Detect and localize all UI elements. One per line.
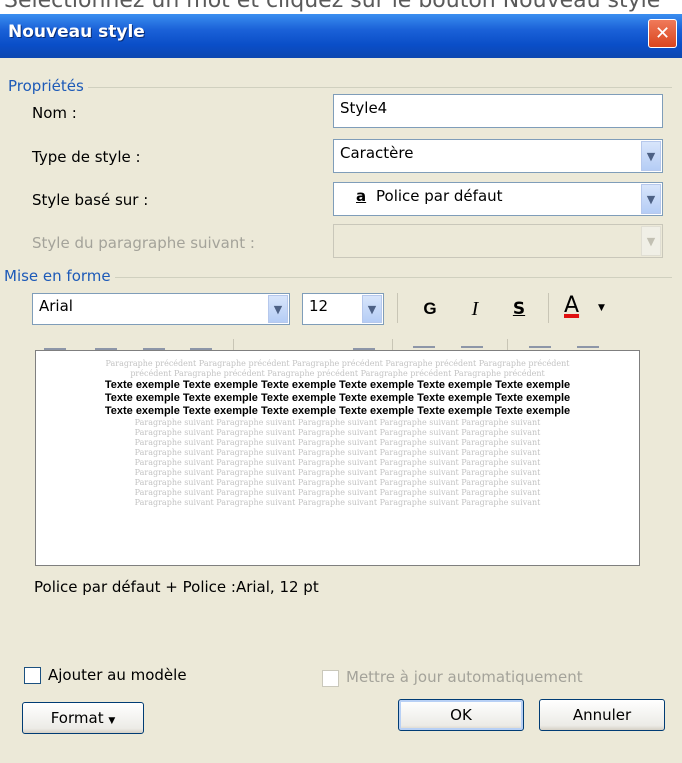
style-base-label: Style basé sur : [32,191,148,209]
style-suivant-label-text: Style du paragraphe suivant : [32,234,255,252]
font-color-icon: A [564,293,580,318]
preview-following-paragraph: Paragraphe suivant Paragraphe suivant Pa… [36,418,639,508]
close-icon: ✕ [654,23,671,44]
nom-label: Nom : [32,104,77,122]
preview-line: Paragraphe précédent Paragraphe précéden… [105,359,570,368]
preview-line: précédent Paragraphe précédent Paragraph… [130,369,545,378]
maj-auto-label: Mettre à jour automatiquement [346,668,583,686]
font-size-select[interactable]: 12 ▼ [302,293,384,325]
toolbar-separator [397,293,398,323]
chevron-down-icon[interactable]: ▼ [268,295,288,323]
type-style-label: Type de style : [32,148,141,166]
type-style-select[interactable]: Caractère ▼ [333,139,663,173]
format-button-label: Format [50,709,104,727]
style-base-label-text: Style basé sur : [32,191,149,209]
character-style-icon: a [356,187,367,205]
caption-text: Sélectionnez un mot et cliquez sur le bo… [4,0,661,13]
window-title: Nouveau style [8,22,145,42]
preview-line: Paragraphe suivant Paragraphe suivant Pa… [134,428,541,437]
bold-button[interactable]: G [418,299,442,319]
page-caption: Sélectionnez un mot et cliquez sur le bo… [0,0,682,14]
underline-button[interactable]: S [507,299,531,319]
font-select[interactable]: Arial ▼ [32,293,290,325]
ajouter-modele-label: Ajouter au modèle [48,666,187,684]
style-preview: Paragraphe précédent Paragraphe précéden… [35,350,640,566]
group-label-mise-en-forme: Mise en forme [4,267,115,285]
style-suivant-select: ▼ [333,224,663,258]
style-suivant-label: Style du paragraphe suivant : [32,234,255,252]
chevron-down-icon[interactable]: ▼ [362,295,382,323]
annuler-button[interactable]: Annuler [539,699,665,731]
preview-line: Texte exemple Texte exemple Texte exempl… [104,379,571,391]
nom-label-text: Nom : [32,104,77,122]
format-button[interactable]: Format ▼ [22,702,144,734]
type-style-value: Caractère [340,144,414,162]
preview-previous-paragraph: Paragraphe précédent Paragraphe précéden… [36,359,639,379]
preview-line: Paragraphe suivant Paragraphe suivant Pa… [134,478,541,487]
style-base-select[interactable]: a Police par défaut ▼ [333,182,663,216]
ajouter-modele-checkbox[interactable] [24,667,41,684]
font-color-button[interactable]: A ▼ [560,293,612,325]
preview-line: Paragraphe suivant Paragraphe suivant Pa… [134,448,541,457]
preview-line: Texte exemple Texte exemple Texte exempl… [104,405,571,417]
close-button[interactable]: ✕ [648,19,677,48]
style-description: Police par défaut + Police :Arial, 12 pt [34,578,319,596]
nom-input-value: Style4 [340,99,388,117]
chevron-down-icon: ▼ [598,303,605,313]
chevron-down-icon: ▼ [108,716,116,726]
font-value: Arial [39,297,73,315]
chevron-down-icon[interactable]: ▼ [641,141,661,171]
style-base-value: Police par défaut [376,187,503,205]
italic-button[interactable]: I [463,298,487,321]
group-label-proprietes: Propriétés [8,77,88,95]
preview-line: Paragraphe suivant Paragraphe suivant Pa… [134,438,541,447]
preview-sample-text: Texte exemple Texte exemple Texte exempl… [36,379,639,418]
preview-line: Paragraphe suivant Paragraphe suivant Pa… [134,458,541,467]
chevron-down-icon: ▼ [641,226,661,256]
ok-button[interactable]: OK [398,699,524,731]
group-divider-proprietes [10,87,672,88]
preview-line: Texte exemple Texte exemple Texte exempl… [104,392,571,404]
ok-button-label: OK [450,706,472,724]
chevron-down-icon[interactable]: ▼ [641,184,661,214]
annuler-button-label: Annuler [572,706,632,724]
maj-auto-checkbox [322,670,339,687]
toolbar-separator [548,293,549,323]
preview-line: Paragraphe suivant Paragraphe suivant Pa… [134,468,541,477]
preview-line: Paragraphe suivant Paragraphe suivant Pa… [134,488,541,497]
type-style-label-text: Type de style : [32,148,141,166]
preview-line: Paragraphe suivant Paragraphe suivant Pa… [134,498,541,507]
nom-input[interactable]: Style4 [333,94,663,128]
font-size-value: 12 [309,297,329,315]
preview-line: Paragraphe suivant Paragraphe suivant Pa… [134,418,541,427]
